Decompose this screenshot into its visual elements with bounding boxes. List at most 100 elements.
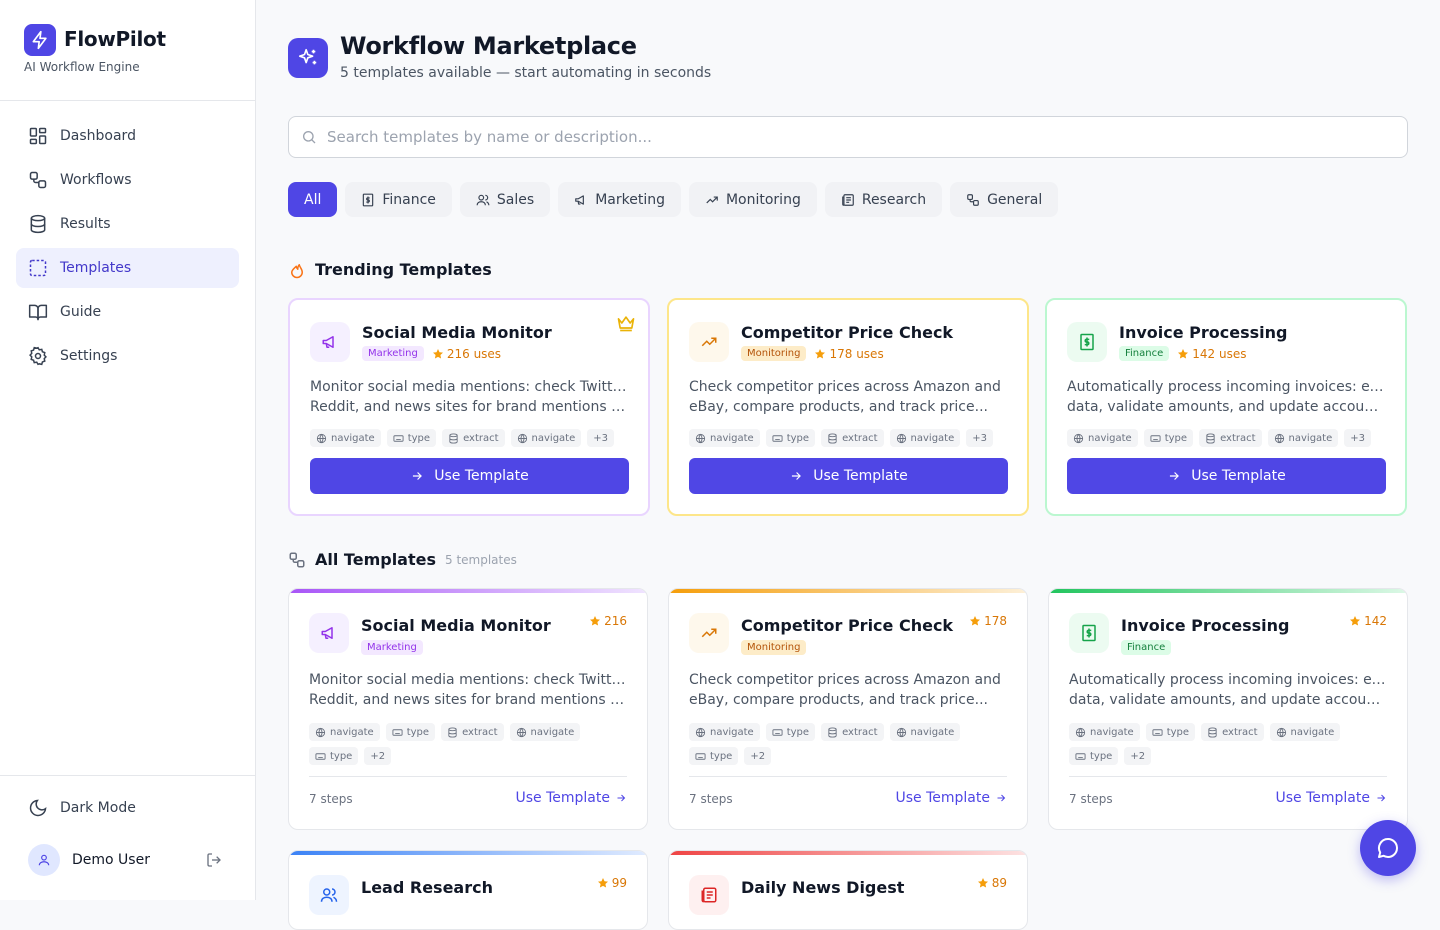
filter-monitoring[interactable]: Monitoring (688, 182, 817, 217)
step-tag-label: type (710, 750, 733, 762)
keyboard-icon (315, 752, 326, 760)
card-accent-bar (669, 851, 1027, 855)
globe-icon (516, 727, 526, 737)
use-template-link[interactable]: Use Template (516, 790, 628, 806)
more-steps-tag: +2 (364, 747, 392, 765)
star-rating: 89 (977, 876, 1007, 890)
use-template-button[interactable]: Use Template (1067, 458, 1386, 494)
step-tag: type (765, 429, 816, 447)
database-icon (828, 432, 837, 444)
filter-all[interactable]: All (288, 182, 338, 217)
sidebar-item-label: Results (60, 216, 111, 232)
star-count: 216 (604, 614, 627, 628)
trending-card[interactable]: Competitor Price Check Monitoring 178 us… (667, 298, 1029, 516)
sidebar-item-results[interactable]: Results (16, 204, 239, 244)
trending-card[interactable]: Invoice Processing Finance 142 uses Auto… (1045, 298, 1407, 516)
chat-bubble-icon (1378, 838, 1398, 859)
more-steps-tag: +3 (587, 429, 615, 447)
template-card[interactable]: Invoice Processing Finance 142 Automatic… (1048, 588, 1408, 830)
brand-name: FlowPilot (64, 27, 166, 51)
sidebar-item-dashboard[interactable]: Dashboard (16, 116, 239, 156)
receipt-icon (1069, 613, 1109, 653)
globe-icon (896, 727, 906, 737)
globe-icon (1075, 727, 1086, 737)
use-template-button[interactable]: Use Template (310, 458, 629, 494)
description-line: Check competitor prices across Amazon an… (689, 379, 1001, 395)
book-icon (28, 304, 48, 321)
step-tag: type (385, 723, 436, 741)
card-description: Check competitor prices across Amazon an… (689, 377, 1009, 417)
more-steps-tag: +3 (1344, 429, 1372, 447)
sidebar-item-guide[interactable]: Guide (16, 292, 239, 332)
lightning-logo-icon (24, 24, 56, 56)
filter-label: All (304, 191, 322, 208)
trending-up-icon (689, 613, 729, 653)
star-icon (597, 878, 608, 888)
star-icon (1178, 348, 1189, 359)
category-badge: Marketing (361, 640, 423, 655)
star-icon (590, 616, 601, 626)
newspaper-icon (842, 193, 854, 206)
sidebar-item-settings[interactable]: Settings (16, 336, 239, 376)
step-tag: navigate (1267, 429, 1339, 447)
card-title: Daily News Digest (741, 878, 905, 897)
filter-finance[interactable]: Finance (345, 182, 452, 217)
category-badge: Monitoring (741, 640, 807, 655)
sidebar-item-templates[interactable]: Templates (16, 248, 239, 288)
card-title: Competitor Price Check (741, 323, 954, 342)
step-tag-label: navigate (910, 726, 955, 738)
arrow-right-icon (1377, 794, 1386, 802)
step-tags: navigate type extract navigate +3 (689, 429, 1019, 447)
star-rating: 142 (1349, 614, 1387, 628)
filter-sales[interactable]: Sales (459, 182, 551, 217)
template-card[interactable]: Social Media Monitor Marketing 216 Monit… (288, 588, 648, 830)
trending-card[interactable]: Social Media Monitor Marketing 216 uses … (288, 298, 650, 516)
chat-button[interactable] (1360, 820, 1416, 876)
user-profile[interactable]: Demo User (28, 844, 228, 876)
step-tag-label: type (407, 432, 431, 444)
megaphone-icon (310, 322, 350, 362)
step-tags: navigate type extract navigate +3 (1067, 429, 1397, 447)
uses-count: 178 uses (814, 346, 884, 361)
trending-up-icon (706, 196, 718, 203)
filter-marketing[interactable]: Marketing (558, 182, 681, 217)
step-count: 7 steps (689, 792, 733, 806)
button-label: Use Template (1191, 468, 1286, 484)
step-tag-label: type (786, 726, 810, 738)
filter-research[interactable]: Research (824, 182, 943, 217)
filter-general[interactable]: General (950, 182, 1059, 217)
keyboard-icon (1075, 752, 1086, 760)
step-tag: navigate (309, 723, 380, 741)
card-description: Monitor social media mentions: check Twi… (310, 377, 630, 417)
logout-icon[interactable] (206, 852, 222, 868)
sidebar-item-label: Workflows (60, 172, 132, 188)
use-template-button[interactable]: Use Template (689, 458, 1008, 494)
search-input[interactable] (327, 128, 1407, 146)
uses-text: 178 uses (829, 346, 884, 361)
card-footer: 7 steps Use Template (689, 776, 1007, 806)
step-tag-label: extract (1220, 432, 1256, 444)
template-card[interactable]: Lead Research 99 (288, 850, 648, 930)
step-tag: navigate (1269, 723, 1341, 741)
card-meta: Finance 142 uses (1119, 346, 1246, 361)
globe-icon (316, 433, 327, 443)
star-count: 89 (991, 876, 1007, 890)
keyboard-icon (392, 728, 403, 736)
megaphone-icon (309, 613, 349, 653)
sidebar-item-workflows[interactable]: Workflows (16, 160, 239, 200)
use-template-link[interactable]: Use Template (1276, 790, 1388, 806)
dark-mode-toggle[interactable]: Dark Mode (28, 798, 136, 818)
use-template-link[interactable]: Use Template (896, 790, 1008, 806)
megaphone-icon (575, 194, 585, 205)
users-icon (309, 875, 349, 915)
sidebar: FlowPilot AI Workflow Engine Dashboard W… (0, 0, 256, 900)
globe-icon (1073, 433, 1084, 443)
template-card[interactable]: Competitor Price Check Monitoring 178 Ch… (668, 588, 1028, 830)
brand-subtitle: AI Workflow Engine (24, 60, 140, 74)
step-tag: extract (442, 429, 505, 447)
star-count: 99 (611, 876, 627, 890)
template-card[interactable]: Daily News Digest 89 (668, 850, 1028, 930)
category-badge: Marketing (362, 346, 424, 361)
search-bar[interactable] (288, 116, 1408, 158)
card-meta: Monitoring 178 uses (741, 346, 884, 361)
